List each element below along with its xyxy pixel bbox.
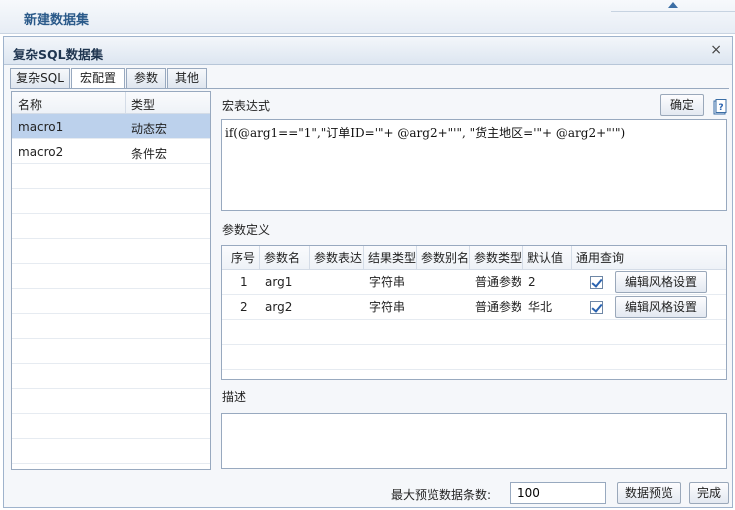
column-header-default[interactable]: 默认值 xyxy=(523,246,572,270)
param-result-type[interactable]: 字符串 xyxy=(369,270,405,295)
param-type[interactable]: 普通参数 xyxy=(475,270,521,295)
empty-row xyxy=(12,364,210,389)
max-rows-label: 最大预览数据条数: xyxy=(391,488,492,502)
tab-params[interactable]: 参数 xyxy=(126,68,166,88)
params-table-header: 序号 参数名 参数表达 结果类型 参数别名 参数类型 默认值 通用查询 xyxy=(222,246,726,270)
column-divider xyxy=(125,92,126,114)
macro-name: macro2 xyxy=(18,145,64,159)
tab-complex-sql[interactable]: 复杂SQL xyxy=(10,68,70,88)
max-rows-input[interactable] xyxy=(510,482,606,504)
dialog-title: 复杂SQL数据集 xyxy=(13,47,104,62)
column-header-param-name[interactable]: 参数名 xyxy=(260,246,310,270)
param-type[interactable]: 普通参数 xyxy=(475,295,521,320)
finish-button[interactable]: 完成 xyxy=(689,482,729,504)
column-header-name[interactable]: 名称 xyxy=(18,96,42,113)
edit-style-button[interactable]: 编辑风格设置 xyxy=(615,296,707,318)
column-header-type[interactable]: 类型 xyxy=(131,96,155,113)
param-index: 2 xyxy=(240,300,248,314)
general-query-checkbox[interactable] xyxy=(590,276,603,289)
svg-text:?: ? xyxy=(718,103,723,113)
params-label: 参数定义 xyxy=(222,223,271,237)
macro-list: 名称 类型 macro1 动态宏 macro2 条件宏 xyxy=(11,91,211,470)
macro-list-header: 名称 类型 xyxy=(12,92,210,114)
empty-row xyxy=(12,239,210,264)
empty-row xyxy=(12,339,210,364)
empty-row xyxy=(12,389,210,414)
param-default[interactable]: 华北 xyxy=(528,295,552,320)
empty-row xyxy=(12,414,210,439)
description-field[interactable] xyxy=(221,413,727,469)
column-header-general-query[interactable]: 通用查询 xyxy=(572,246,726,270)
dialog-title-bar: 复杂SQL数据集 × xyxy=(4,37,732,65)
macro-type: 条件宏 xyxy=(131,147,168,161)
confirm-button[interactable]: 确定 xyxy=(660,94,704,116)
tab-macro-config[interactable]: 宏配置 xyxy=(71,68,125,89)
param-index: 1 xyxy=(240,275,248,289)
params-table: 序号 参数名 参数表达 结果类型 参数别名 参数类型 默认值 通用查询 1 ar… xyxy=(221,245,727,380)
param-name[interactable]: arg2 xyxy=(265,295,292,320)
table-row[interactable]: 1 arg1 字符串 普通参数 2 编辑风格设置 xyxy=(222,270,726,295)
empty-row xyxy=(12,264,210,289)
empty-row xyxy=(12,214,210,239)
macro-type: 动态宏 xyxy=(131,122,168,136)
empty-row xyxy=(12,439,210,464)
expression-label: 宏表达式 xyxy=(222,99,271,113)
expression-editor[interactable]: if(@arg1=="1","订单ID='"+ @arg2+"'", "货主地区… xyxy=(221,119,727,211)
empty-row xyxy=(222,320,726,345)
column-header-param-expr[interactable]: 参数表达 xyxy=(310,246,364,270)
description-label: 描述 xyxy=(222,390,247,404)
tab-strip-divider xyxy=(10,88,729,89)
param-default[interactable]: 2 xyxy=(528,270,536,295)
empty-row xyxy=(12,289,210,314)
empty-row xyxy=(12,314,210,339)
empty-row xyxy=(12,164,210,189)
column-header-result-type[interactable]: 结果类型 xyxy=(364,246,417,270)
macro-row[interactable]: macro2 条件宏 xyxy=(12,139,210,164)
param-result-type[interactable]: 字符串 xyxy=(369,295,405,320)
help-icon[interactable]: ? xyxy=(713,99,727,115)
column-header-alias[interactable]: 参数别名 xyxy=(417,246,470,270)
dataset-dialog: 复杂SQL数据集 × 复杂SQL 宏配置 参数 其他 名称 类型 macro1 … xyxy=(3,36,733,508)
app-header: 新建数据集 xyxy=(0,0,735,34)
macro-row[interactable]: macro1 动态宏 xyxy=(12,114,210,139)
collapse-arrow-icon[interactable] xyxy=(668,2,678,8)
table-row[interactable]: 2 arg2 字符串 普通参数 华北 编辑风格设置 xyxy=(222,295,726,320)
macro-name: macro1 xyxy=(18,120,64,134)
edit-style-button[interactable]: 编辑风格设置 xyxy=(615,271,707,293)
general-query-checkbox[interactable] xyxy=(590,301,603,314)
data-preview-button[interactable]: 数据预览 xyxy=(617,482,681,504)
column-header-param-type[interactable]: 参数类型 xyxy=(470,246,523,270)
param-name[interactable]: arg1 xyxy=(265,270,292,295)
empty-row xyxy=(12,189,210,214)
column-header-index[interactable]: 序号 xyxy=(222,246,260,270)
tab-other[interactable]: 其他 xyxy=(167,68,207,88)
empty-row xyxy=(222,345,726,370)
close-icon[interactable]: × xyxy=(710,42,722,58)
app-title: 新建数据集 xyxy=(24,13,90,28)
